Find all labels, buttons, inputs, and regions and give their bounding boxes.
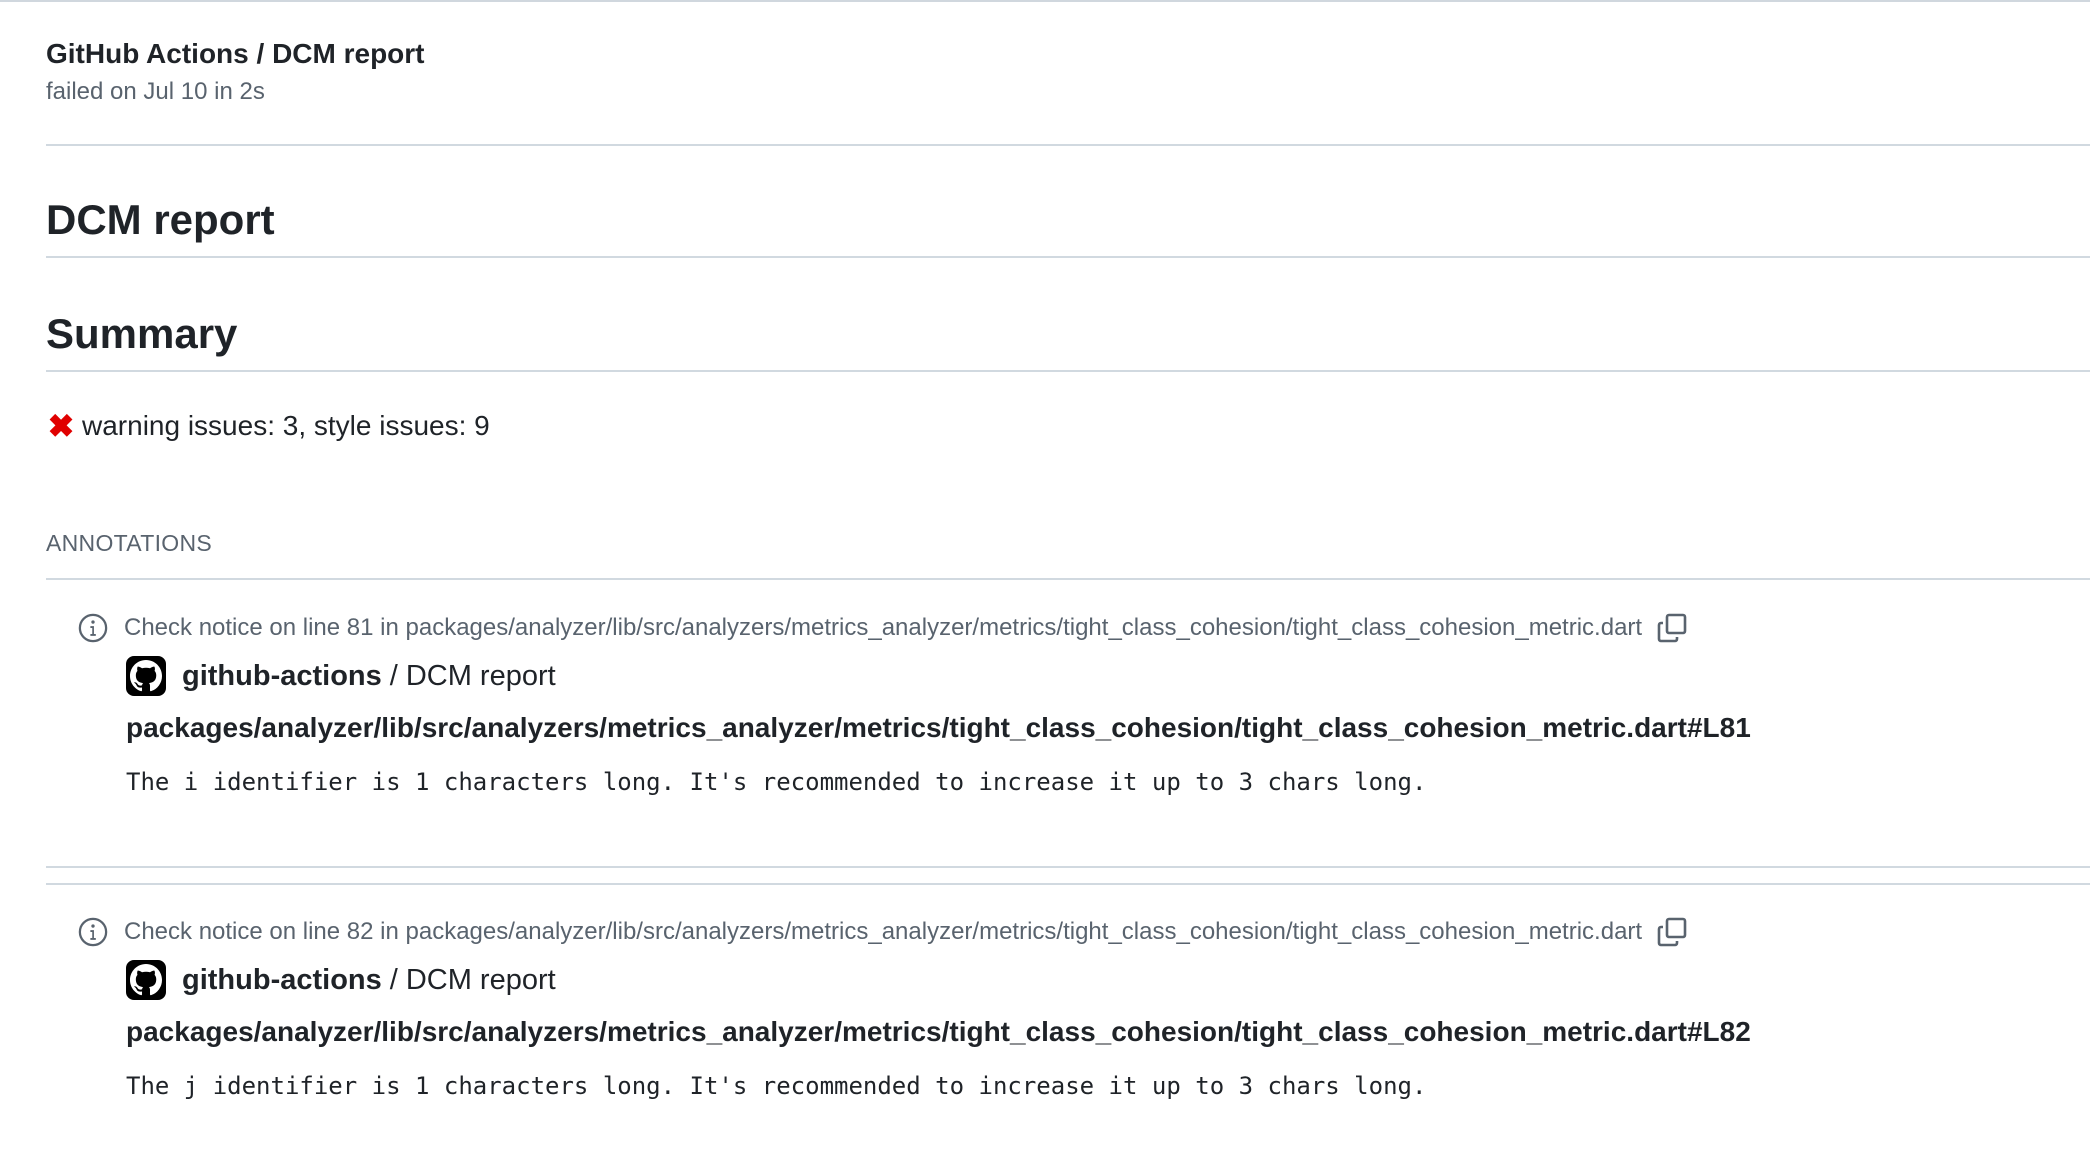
check-name: DCM report <box>405 659 556 692</box>
author-name[interactable]: github-actions <box>182 964 382 997</box>
annotation-file-path[interactable]: packages/analyzer/lib/src/analyzers/metr… <box>126 1016 1751 1048</box>
summary-result: ✖ warning issues: 3, style issues: 9 <box>46 408 490 444</box>
annotations-label: ANNOTATIONS <box>46 530 213 556</box>
check-name: DCM report <box>405 963 556 996</box>
summary-heading: Summary <box>46 310 238 357</box>
info-icon <box>78 917 108 947</box>
copy-icon[interactable] <box>1656 612 1688 644</box>
author-separator: / <box>389 659 398 692</box>
annotation-file-path[interactable]: packages/analyzer/lib/src/analyzers/metr… <box>126 712 1751 744</box>
top-border <box>0 0 2090 2</box>
header-divider <box>46 144 2090 146</box>
github-logo-icon <box>130 660 162 692</box>
check-run-header: GitHub Actions / DCM report failed on Ju… <box>46 36 425 108</box>
annotation-notice: Check notice on line 81 in packages/anal… <box>78 612 1688 644</box>
summary-divider <box>46 370 2090 372</box>
annotation-divider <box>46 883 2090 885</box>
author-separator: / <box>389 963 398 996</box>
annotation-message: The j identifier is 1 characters long. I… <box>126 1072 1427 1100</box>
report-title-divider <box>46 256 2090 258</box>
github-avatar[interactable] <box>126 656 166 696</box>
github-logo-icon <box>130 964 162 996</box>
github-avatar[interactable] <box>126 960 166 1000</box>
annotation-message: The i identifier is 1 characters long. I… <box>126 768 1427 796</box>
author-name[interactable]: github-actions <box>182 660 382 693</box>
report-title: DCM report <box>46 196 275 243</box>
summary-text: warning issues: 3, style issues: 9 <box>82 410 490 441</box>
annotation-notice-text: Check notice on line 81 in packages/anal… <box>124 614 1643 641</box>
check-run-status: failed on Jul 10 in 2s <box>46 78 265 105</box>
annotation-author: github-actions / DCM report <box>126 656 556 696</box>
copy-icon[interactable] <box>1656 916 1688 948</box>
annotation-notice: Check notice on line 82 in packages/anal… <box>78 916 1688 948</box>
annotation-divider <box>46 866 2090 868</box>
annotations-divider <box>46 578 2090 580</box>
annotation-notice-text: Check notice on line 82 in packages/anal… <box>124 918 1643 945</box>
annotation-author: github-actions / DCM report <box>126 960 556 1000</box>
info-icon <box>78 613 108 643</box>
x-icon: ✖ <box>47 408 75 444</box>
check-run-title: GitHub Actions / DCM report <box>46 38 425 69</box>
